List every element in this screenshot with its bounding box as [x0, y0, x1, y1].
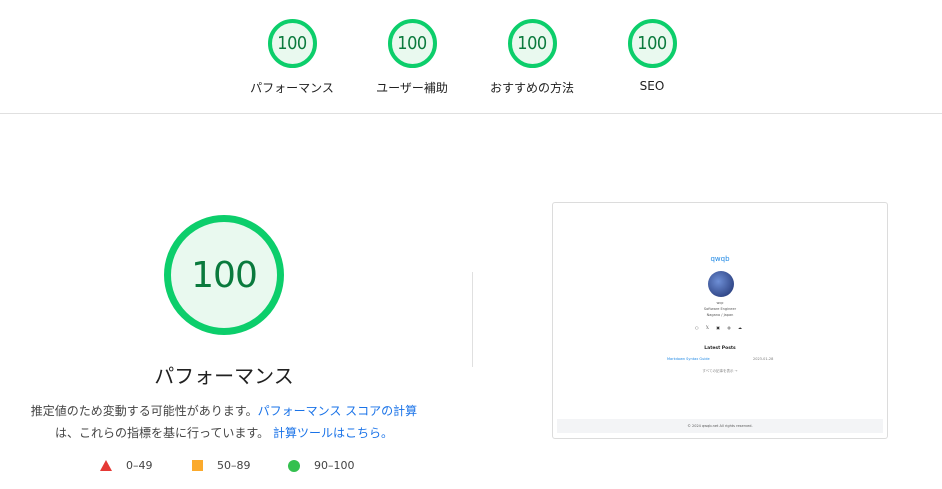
gauge-label: おすすめの方法: [489, 81, 574, 95]
category-gauges: 100 パフォーマンス 100 ユーザー補助 100 おすすめの方法 100 S…: [0, 0, 942, 114]
performance-score-gauge: 100: [164, 215, 284, 335]
thumb-avatar: [708, 271, 734, 297]
score-legend: 0–49 50–89 90–100: [100, 459, 380, 475]
legend-fail: 0–49: [100, 459, 153, 472]
score-value: 100: [397, 33, 427, 54]
performance-title: パフォーマンス: [154, 364, 294, 388]
legend-pass-range: 90–100: [314, 459, 355, 472]
thumb-role: Software Engineer: [703, 307, 737, 311]
gauge-best-practices[interactable]: 100 おすすめの方法: [472, 19, 592, 96]
legend-average-range: 50–89: [217, 459, 251, 472]
score-ring: 100: [627, 19, 677, 68]
gauge-seo[interactable]: 100 SEO: [592, 19, 712, 93]
vertical-divider: [472, 272, 473, 367]
thumb-post-title: Markdown Syntax Guide: [667, 357, 710, 361]
thumb-social-icons: ○ 𝕏 ▣ ◍ ☁: [694, 325, 746, 330]
description-text-2: は、これらの指標を基に行っています。: [54, 426, 270, 440]
pass-circle-icon: [288, 459, 300, 472]
thumb-more-link: すべての記事を表示 →: [702, 369, 738, 373]
thumb-site-logo: qwqb: [710, 255, 730, 263]
score-ring: 100: [507, 19, 557, 68]
score-value: 100: [277, 33, 307, 54]
thumb-post-date: 2023-01-28: [753, 357, 774, 361]
average-square-icon: [192, 460, 203, 471]
score-ring: 100: [267, 19, 317, 68]
thumb-footer: © 2024 qwqb.net All rights reserved.: [557, 419, 883, 433]
thumb-latest-posts: Latest Posts: [704, 346, 736, 351]
gauge-performance[interactable]: 100 パフォーマンス: [232, 19, 352, 96]
gauge-label: SEO: [639, 79, 665, 93]
performance-description: 推定値のため変動する可能性があります。パフォーマンス スコアの計算 は、これらの…: [14, 400, 434, 444]
gauge-accessibility[interactable]: 100 ユーザー補助: [352, 19, 472, 96]
gauge-label: パフォーマンス: [250, 81, 334, 95]
performance-score-value: 100: [191, 254, 258, 296]
gauge-label: ユーザー補助: [376, 81, 448, 95]
legend-pass: 90–100: [288, 459, 355, 472]
legend-average: 50–89: [192, 459, 251, 472]
fail-triangle-icon: [100, 460, 112, 471]
final-screenshot-thumbnail[interactable]: qwqb wqc Software Engineer Nagano / Japa…: [552, 202, 888, 439]
thumb-location: Nagano / Japan: [706, 313, 734, 317]
score-value: 100: [637, 33, 667, 54]
score-value: 100: [517, 33, 547, 54]
score-ring: 100: [387, 19, 437, 68]
score-calculation-link[interactable]: パフォーマンス スコアの計算: [258, 404, 418, 418]
calculator-link[interactable]: 計算ツールはこちら。: [273, 426, 393, 440]
legend-fail-range: 0–49: [126, 459, 153, 472]
thumb-name: wqc: [716, 301, 724, 305]
description-text: 推定値のため変動する可能性があります。: [30, 404, 258, 418]
